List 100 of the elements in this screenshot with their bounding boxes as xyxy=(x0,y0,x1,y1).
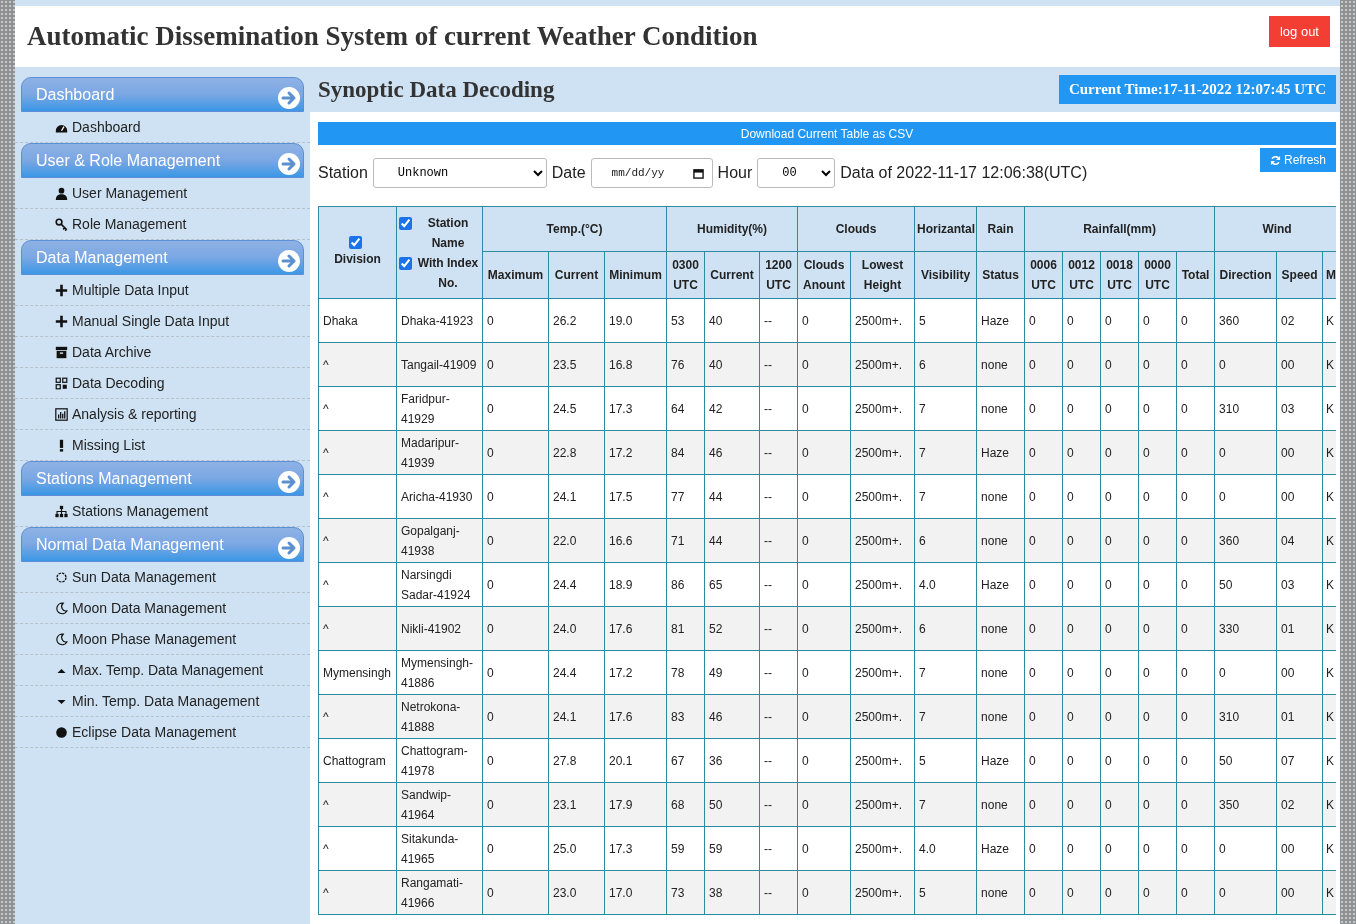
table-cell: 0 xyxy=(1176,342,1215,387)
table-cell: 0 xyxy=(1100,650,1139,695)
table-cell: 360 xyxy=(1214,518,1277,563)
plus-icon xyxy=(55,314,68,328)
table-cell: 5 xyxy=(914,870,977,915)
table-cell: 7 xyxy=(914,782,977,827)
table-cell: 67 xyxy=(666,738,705,783)
table-cell: 0 xyxy=(1024,386,1063,431)
table-cell: ^ xyxy=(318,430,397,475)
table-cell: 2500m+. xyxy=(850,650,915,695)
column-header-label: Station Name xyxy=(426,214,470,252)
table-cell: -- xyxy=(759,474,798,519)
table-cell: 0 xyxy=(482,826,549,871)
table-cell: 07 xyxy=(1276,738,1323,783)
table-cell: -- xyxy=(759,738,798,783)
table-cell: 0 xyxy=(482,870,549,915)
table-cell: 0 xyxy=(1176,298,1215,343)
table-cell: 0 xyxy=(797,694,851,739)
table-cell: 0 xyxy=(1138,826,1177,871)
division-checkbox[interactable] xyxy=(349,236,362,249)
table-cell: 16.8 xyxy=(604,342,667,387)
current-time-badge: Current Time:17-11-2022 12:07:45 UTC xyxy=(1058,75,1336,104)
table-cell: 0 xyxy=(1062,342,1101,387)
table-cell: -- xyxy=(759,650,798,695)
table-cell: ^ xyxy=(318,562,397,607)
table-cell: 7 xyxy=(914,694,977,739)
table-cell: 7 xyxy=(914,474,977,519)
table-cell: -- xyxy=(759,826,798,871)
index-number-checkbox[interactable] xyxy=(399,256,412,270)
table-cell: 0 xyxy=(1176,474,1215,519)
table-cell: 0 xyxy=(797,650,851,695)
table-cell: -- xyxy=(759,562,798,607)
table-cell: ^ xyxy=(318,782,397,827)
column-group-header: Rainfall(mm) xyxy=(1024,206,1215,252)
column-header-label: With Index No. xyxy=(416,254,480,292)
table-cell: 0 xyxy=(1214,650,1277,695)
table-cell: 46 xyxy=(704,430,760,475)
table-cell: 2500m+. xyxy=(850,342,915,387)
table-cell: 0 xyxy=(797,870,851,915)
station-select[interactable]: Unknown xyxy=(372,158,547,188)
column-header: 0000 UTC xyxy=(1138,251,1177,299)
table-cell: 17.0 xyxy=(604,870,667,915)
table-cell: 2500m+. xyxy=(850,474,915,519)
column-header: 0006 UTC xyxy=(1024,251,1063,299)
table-cell: 00 xyxy=(1276,474,1323,519)
table-cell: -- xyxy=(759,298,798,343)
moon-icon xyxy=(55,601,68,615)
table-cell: 0 xyxy=(1176,430,1215,475)
table-cell: 350 xyxy=(1214,782,1277,827)
table-cell: 2500m+. xyxy=(850,298,915,343)
column-header: Speed xyxy=(1276,251,1323,299)
dot-icon xyxy=(55,725,68,739)
table-cell: 0 xyxy=(482,386,549,431)
table-cell: 24.1 xyxy=(548,694,605,739)
table-cell: 27.8 xyxy=(548,738,605,783)
station-name-checkbox[interactable] xyxy=(399,216,412,230)
table-cell: 0 xyxy=(1138,518,1177,563)
data-timestamp: Data of 2022-11-17 12:06:38(UTC) xyxy=(840,164,1088,182)
table-cell: 2500m+. xyxy=(850,870,915,915)
column-header: Current xyxy=(704,251,760,299)
table-cell: 18.9 xyxy=(604,562,667,607)
site-title: Automatic Dissemination System of current Weather Condition xyxy=(27,21,758,52)
table-cell: Haze xyxy=(976,562,1025,607)
table-cell: 0 xyxy=(1062,782,1101,827)
column-header-label: Division xyxy=(334,251,381,268)
table-cell: 7 xyxy=(914,386,977,431)
table-cell: 0 xyxy=(1100,694,1139,739)
table-cell: 0 xyxy=(1062,518,1101,563)
table-cell: 0 xyxy=(482,342,549,387)
table-cell: 0 xyxy=(1176,386,1215,431)
table-cell: 0 xyxy=(1138,430,1177,475)
table-cell: Narsingdi Sadar-41924 xyxy=(396,562,483,607)
table-cell: ^ xyxy=(318,342,397,387)
hour-select[interactable]: 00 xyxy=(757,158,836,188)
logout-button[interactable]: log out xyxy=(1268,16,1330,47)
table-cell: 0 xyxy=(1062,694,1101,739)
table-cell: 2500m+. xyxy=(850,826,915,871)
table-cell: 38 xyxy=(704,870,760,915)
table-cell: ^ xyxy=(318,518,397,563)
table-cell: 00 xyxy=(1276,650,1323,695)
date-field[interactable]: mm/dd/yy xyxy=(590,158,713,188)
table-cell: 03 xyxy=(1276,562,1323,607)
table-cell: 0 xyxy=(482,430,549,475)
table-cell: 50 xyxy=(704,782,760,827)
table-cell: 0 xyxy=(1024,562,1063,607)
table-cell: 0 xyxy=(797,738,851,783)
table-cell: Mymensingh-41886 xyxy=(396,650,483,695)
table-cell: 0 xyxy=(1024,650,1063,695)
table-cell: 0 xyxy=(1100,342,1139,387)
table-cell: Rangamati-41966 xyxy=(396,870,483,915)
table-cell: 2500m+. xyxy=(850,606,915,651)
table-cell: 0 xyxy=(1176,562,1215,607)
column-group-header: Clouds xyxy=(797,206,915,252)
table-cell: 42 xyxy=(704,386,760,431)
bar-chart-icon xyxy=(55,407,68,421)
table-cell: 0 xyxy=(1062,650,1101,695)
table-cell: 0 xyxy=(1176,870,1215,915)
sitemap-icon xyxy=(55,504,68,518)
table-cell: 310 xyxy=(1214,694,1277,739)
column-header: Current xyxy=(548,251,605,299)
